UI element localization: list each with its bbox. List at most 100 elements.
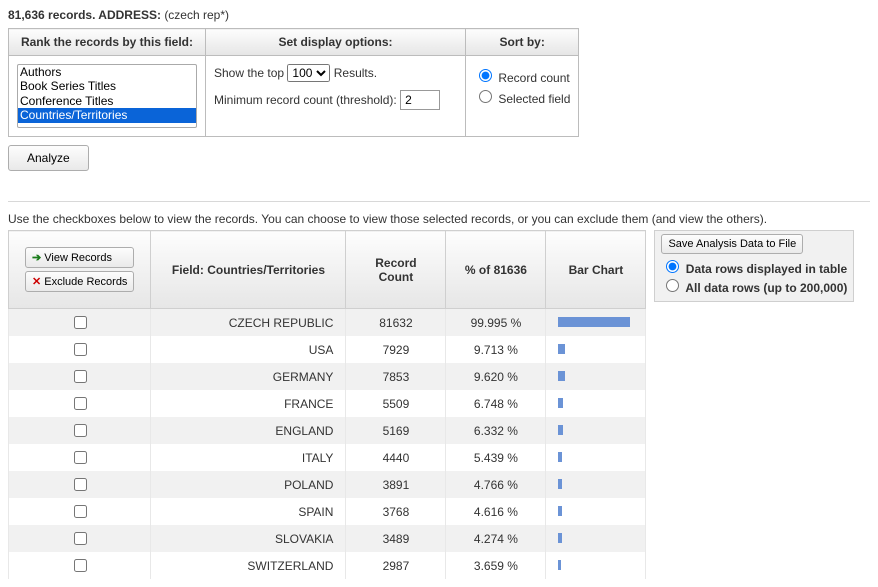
table-row: SPAIN37684.616 % — [9, 498, 646, 525]
row-count: 5509 — [346, 390, 446, 417]
row-bar — [546, 552, 646, 579]
row-checkbox[interactable] — [74, 397, 87, 410]
x-icon: ✕ — [32, 276, 41, 288]
records-label: records. — [48, 8, 95, 22]
rank-opt-authors[interactable]: Authors — [18, 65, 196, 79]
table-row: POLAND38914.766 % — [9, 471, 646, 498]
show-top-post: Results. — [334, 66, 377, 80]
sort-record-count-radio[interactable] — [479, 69, 492, 82]
table-row: GERMANY78539.620 % — [9, 363, 646, 390]
row-field: SWITZERLAND — [151, 552, 346, 579]
address-value: (czech rep*) — [164, 8, 229, 22]
col-bar-header: Bar Chart — [546, 231, 646, 309]
records-count: 81,636 — [8, 8, 45, 22]
row-count: 81632 — [346, 309, 446, 337]
save-opt-displayed-label[interactable]: Data rows displayed in table — [661, 257, 847, 276]
row-checkbox[interactable] — [74, 424, 87, 437]
col-pct-header: % of 81636 — [446, 231, 546, 309]
arrow-right-icon: ➔ — [32, 252, 41, 264]
view-records-button[interactable]: ➔ View Records — [25, 247, 134, 268]
sort-selected-field-radio[interactable] — [479, 90, 492, 103]
row-field: SLOVAKIA — [151, 525, 346, 552]
table-row: ENGLAND51696.332 % — [9, 417, 646, 444]
threshold-input[interactable] — [400, 90, 440, 110]
save-opt-all-radio[interactable] — [666, 279, 679, 292]
threshold-label: Minimum record count (threshold): — [214, 93, 397, 107]
table-row: SWITZERLAND29873.659 % — [9, 552, 646, 579]
row-pct: 4.616 % — [446, 498, 546, 525]
row-count: 4440 — [346, 444, 446, 471]
row-field: POLAND — [151, 471, 346, 498]
display-header: Set display options: — [206, 29, 466, 56]
table-row: USA79299.713 % — [9, 336, 646, 363]
table-row: CZECH REPUBLIC8163299.995 % — [9, 309, 646, 337]
row-checkbox[interactable] — [74, 451, 87, 464]
results-table: ➔ View Records ✕ Exclude Records Field: … — [8, 230, 646, 579]
table-row: SLOVAKIA34894.274 % — [9, 525, 646, 552]
row-bar — [546, 417, 646, 444]
row-checkbox[interactable] — [74, 343, 87, 356]
row-pct: 3.659 % — [446, 552, 546, 579]
row-checkbox[interactable] — [74, 316, 87, 329]
row-pct: 4.274 % — [446, 525, 546, 552]
row-field: CZECH REPUBLIC — [151, 309, 346, 337]
row-count: 5169 — [346, 417, 446, 444]
save-panel: Save Analysis Data to File Data rows dis… — [654, 230, 854, 302]
options-panel: Rank the records by this field: Set disp… — [8, 28, 579, 137]
save-analysis-button[interactable]: Save Analysis Data to File — [661, 234, 803, 254]
col-field-header: Field: Countries/Territories — [151, 231, 346, 309]
row-count: 3891 — [346, 471, 446, 498]
summary-line: 81,636 records. ADDRESS: (czech rep*) — [8, 8, 870, 22]
row-count: 7853 — [346, 363, 446, 390]
rank-header: Rank the records by this field: — [9, 29, 206, 56]
save-opt-displayed-radio[interactable] — [666, 260, 679, 273]
table-row: ITALY44405.439 % — [9, 444, 646, 471]
row-bar — [546, 471, 646, 498]
exclude-records-button[interactable]: ✕ Exclude Records — [25, 271, 134, 292]
sort-record-count-label[interactable]: Record count — [474, 66, 570, 85]
rank-opt-countries[interactable]: Countries/Territories — [18, 108, 196, 122]
row-count: 3768 — [346, 498, 446, 525]
row-pct: 99.995 % — [446, 309, 546, 337]
row-checkbox[interactable] — [74, 532, 87, 545]
row-checkbox[interactable] — [74, 370, 87, 383]
row-bar — [546, 309, 646, 337]
row-bar — [546, 390, 646, 417]
row-bar — [546, 336, 646, 363]
row-field: ITALY — [151, 444, 346, 471]
row-pct: 9.620 % — [446, 363, 546, 390]
row-pct: 5.439 % — [446, 444, 546, 471]
row-count: 2987 — [346, 552, 446, 579]
sort-header: Sort by: — [466, 29, 579, 56]
row-pct: 9.713 % — [446, 336, 546, 363]
row-field: FRANCE — [151, 390, 346, 417]
row-bar — [546, 498, 646, 525]
row-field: SPAIN — [151, 498, 346, 525]
sort-selected-field-label[interactable]: Selected field — [474, 87, 570, 106]
show-top-select[interactable]: 100 — [287, 64, 330, 82]
table-row: FRANCE55096.748 % — [9, 390, 646, 417]
action-column-header: ➔ View Records ✕ Exclude Records — [9, 231, 151, 309]
row-checkbox[interactable] — [74, 505, 87, 518]
analyze-button[interactable]: Analyze — [8, 145, 89, 171]
row-field: GERMANY — [151, 363, 346, 390]
save-opt-all-label[interactable]: All data rows (up to 200,000) — [661, 276, 847, 295]
row-count: 3489 — [346, 525, 446, 552]
row-bar — [546, 444, 646, 471]
rank-opt-book-series[interactable]: Book Series Titles — [18, 79, 196, 93]
row-checkbox[interactable] — [74, 478, 87, 491]
rank-opt-conference[interactable]: Conference Titles — [18, 94, 196, 108]
row-pct: 4.766 % — [446, 471, 546, 498]
row-checkbox[interactable] — [74, 559, 87, 572]
row-pct: 6.332 % — [446, 417, 546, 444]
row-bar — [546, 525, 646, 552]
row-bar — [546, 363, 646, 390]
rank-field-select[interactable]: Authors Book Series Titles Conference Ti… — [17, 64, 197, 128]
instructions-text: Use the checkboxes below to view the rec… — [8, 212, 870, 226]
col-count-header: Record Count — [346, 231, 446, 309]
show-top-pre: Show the top — [214, 66, 284, 80]
row-field: ENGLAND — [151, 417, 346, 444]
row-count: 7929 — [346, 336, 446, 363]
address-label: ADDRESS: — [98, 8, 161, 22]
row-pct: 6.748 % — [446, 390, 546, 417]
